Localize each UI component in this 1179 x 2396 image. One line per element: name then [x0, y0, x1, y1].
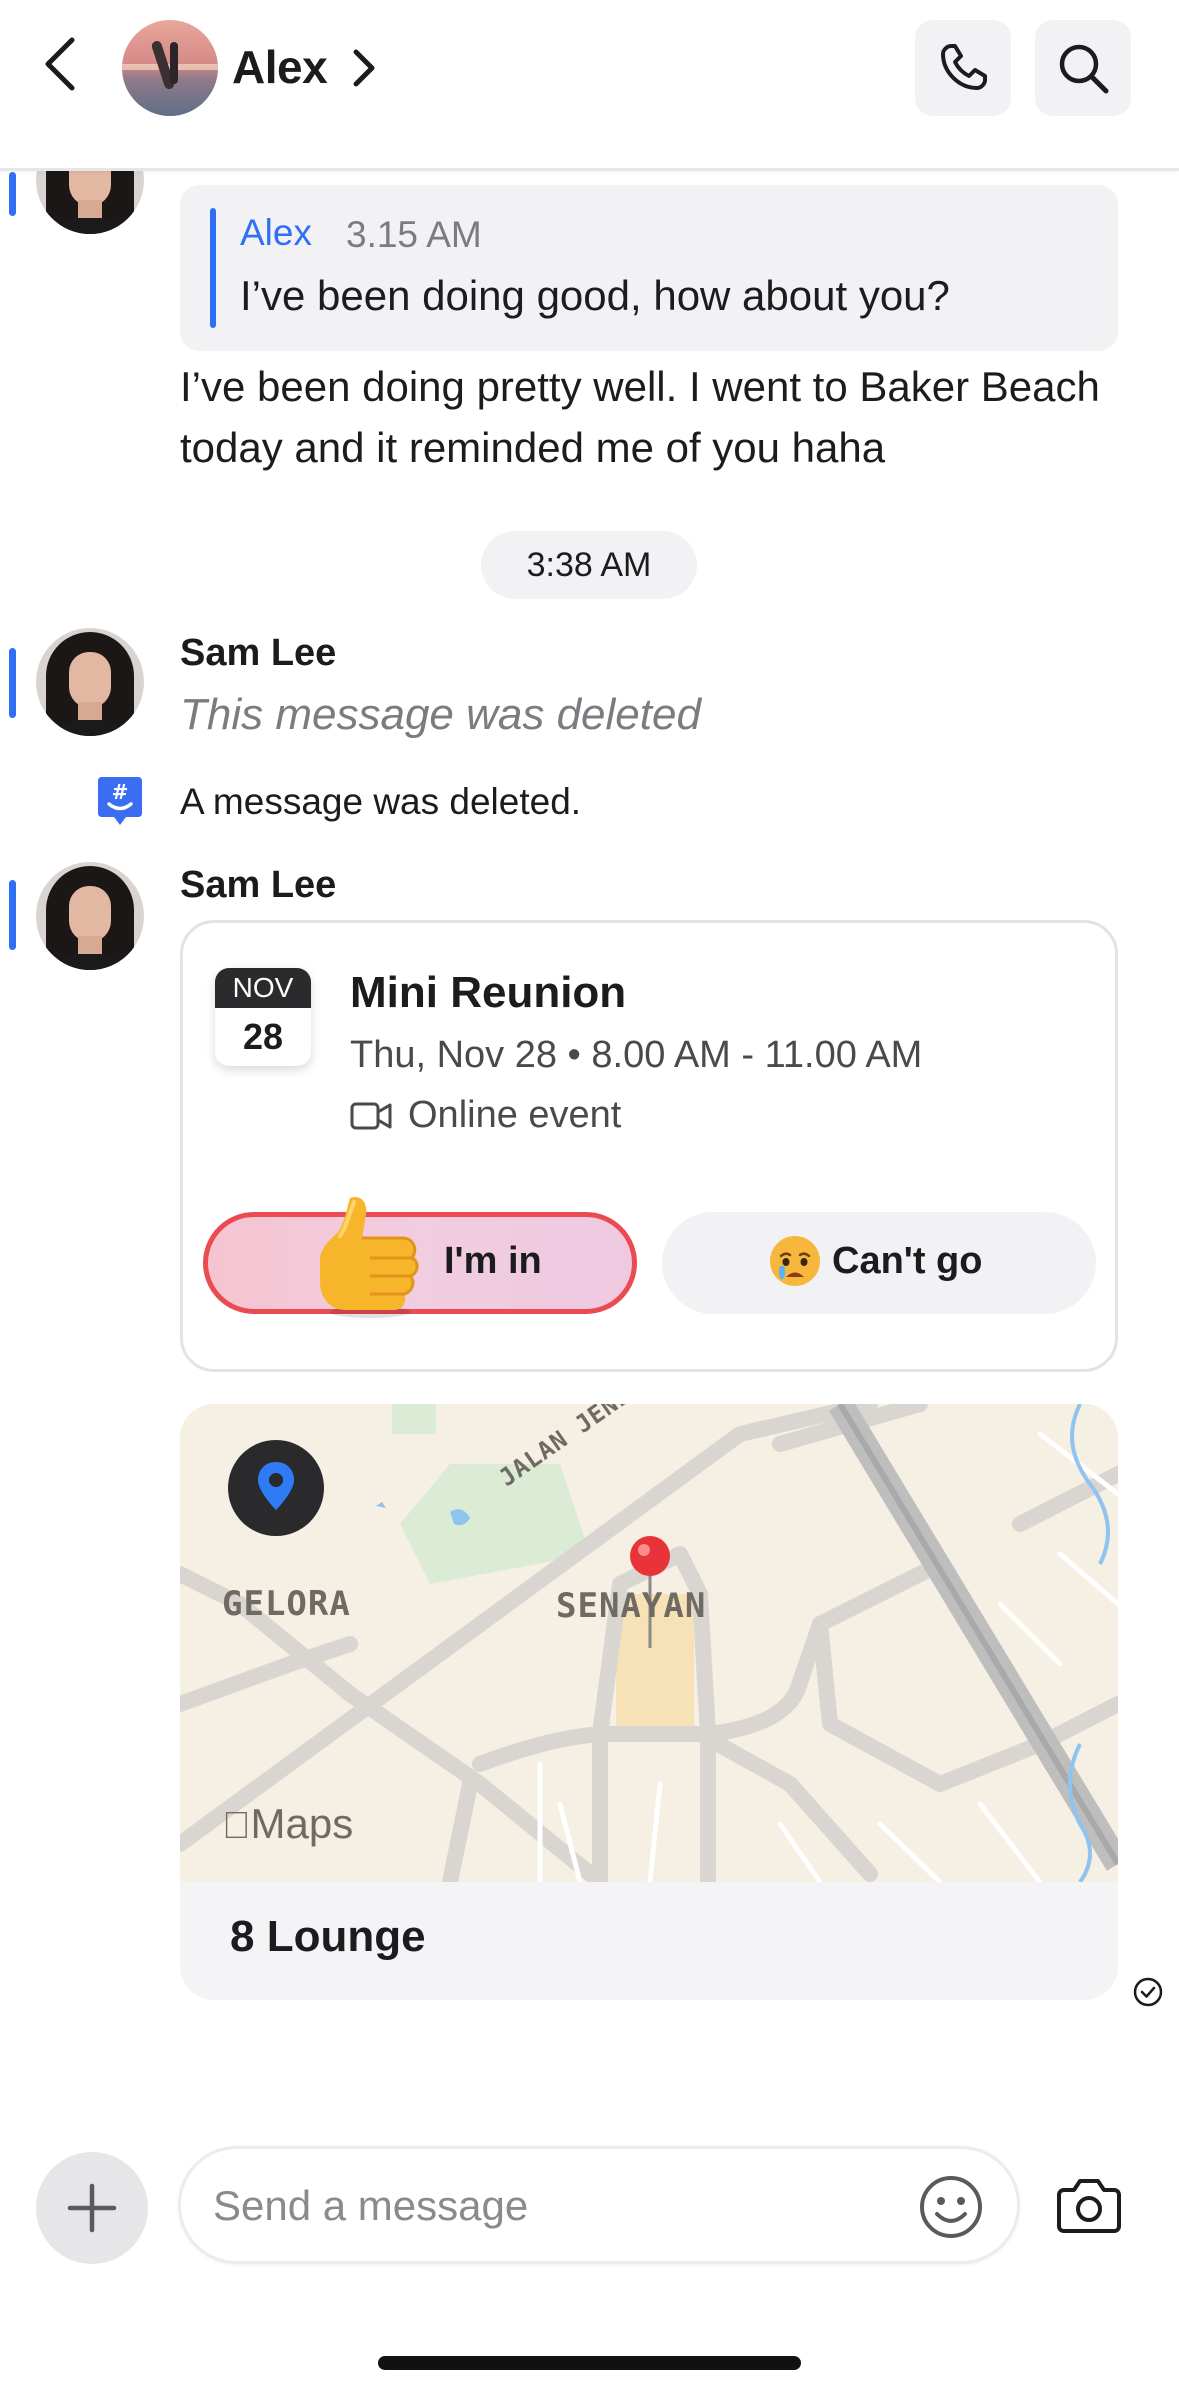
- sender-name[interactable]: Sam Lee: [180, 864, 336, 907]
- quoted-message[interactable]: [180, 185, 1118, 351]
- event-location: Online event: [408, 1094, 622, 1136]
- message-composer[interactable]: [178, 2146, 1020, 2264]
- search-icon: [1059, 44, 1109, 94]
- event-month: NOV: [215, 968, 311, 1008]
- home-indicator: [378, 2356, 801, 2370]
- groupme-bot-icon: #: [98, 777, 142, 825]
- contact-avatar[interactable]: [122, 20, 218, 116]
- maps-brand-text: Maps: [222, 1800, 354, 1847]
- crying-face-icon: [770, 1236, 820, 1286]
- camera-icon[interactable]: [1056, 2176, 1122, 2234]
- unread-indicator: [9, 172, 16, 216]
- apple-maps-logo: Maps: [222, 1800, 353, 1848]
- emoji-icon[interactable]: [918, 2174, 984, 2240]
- quoted-text: I’ve been doing good, how about you?: [240, 272, 950, 319]
- rsvp-decline-label: Can't go: [832, 1240, 983, 1282]
- event-title: Mini Reunion: [350, 968, 627, 1017]
- phone-icon: [941, 44, 987, 90]
- thumbs-up-icon: [320, 1196, 419, 1318]
- unread-indicator: [9, 880, 16, 950]
- message-text: I’ve been doing pretty well. I went to B…: [180, 363, 1100, 471]
- rsvp-accept-label: I'm in: [444, 1240, 542, 1282]
- time-divider: 3:38 AM: [481, 531, 697, 599]
- add-attachment-button[interactable]: [36, 2152, 148, 2264]
- calendar-badge: NOV 28: [215, 968, 311, 1066]
- video-camera-icon: [350, 1102, 392, 1130]
- plus-icon: [67, 2183, 117, 2233]
- quoted-author: Alex: [240, 212, 312, 253]
- apple-logo-icon: : [222, 1805, 251, 1847]
- event-datetime: Thu, Nov 28 • 8.00 AM - 11.00 AM: [350, 1034, 923, 1076]
- sender-name[interactable]: Sam Lee: [180, 632, 336, 675]
- avatar[interactable]: [36, 862, 144, 970]
- location-pin-icon: [258, 1462, 294, 1510]
- quoted-time: 3.15 AM: [346, 214, 482, 255]
- deleted-message: This message was deleted: [180, 690, 701, 739]
- map-label-area-left: GELORA: [222, 1584, 351, 1624]
- call-button[interactable]: [915, 20, 1011, 116]
- map-label-area-center: SENAYAN: [556, 1586, 707, 1626]
- place-name: 8 Lounge: [230, 1912, 426, 1961]
- unread-indicator: [9, 648, 16, 718]
- svg-text:#: #: [112, 780, 129, 804]
- contact-name[interactable]: Alex: [232, 40, 328, 94]
- chat-header: Alex: [0, 0, 1179, 171]
- avatar[interactable]: [36, 628, 144, 736]
- search-button[interactable]: [1035, 20, 1131, 116]
- system-notice: A message was deleted.: [180, 781, 582, 822]
- location-pin-button[interactable]: [228, 1440, 324, 1536]
- message-input[interactable]: [211, 2173, 875, 2239]
- event-day: 28: [242, 1016, 284, 1057]
- chevron-right-icon[interactable]: [350, 48, 378, 88]
- back-chevron-icon[interactable]: [36, 34, 88, 94]
- sent-check-icon: [1133, 1977, 1163, 2007]
- quote-accent-bar: [210, 208, 216, 328]
